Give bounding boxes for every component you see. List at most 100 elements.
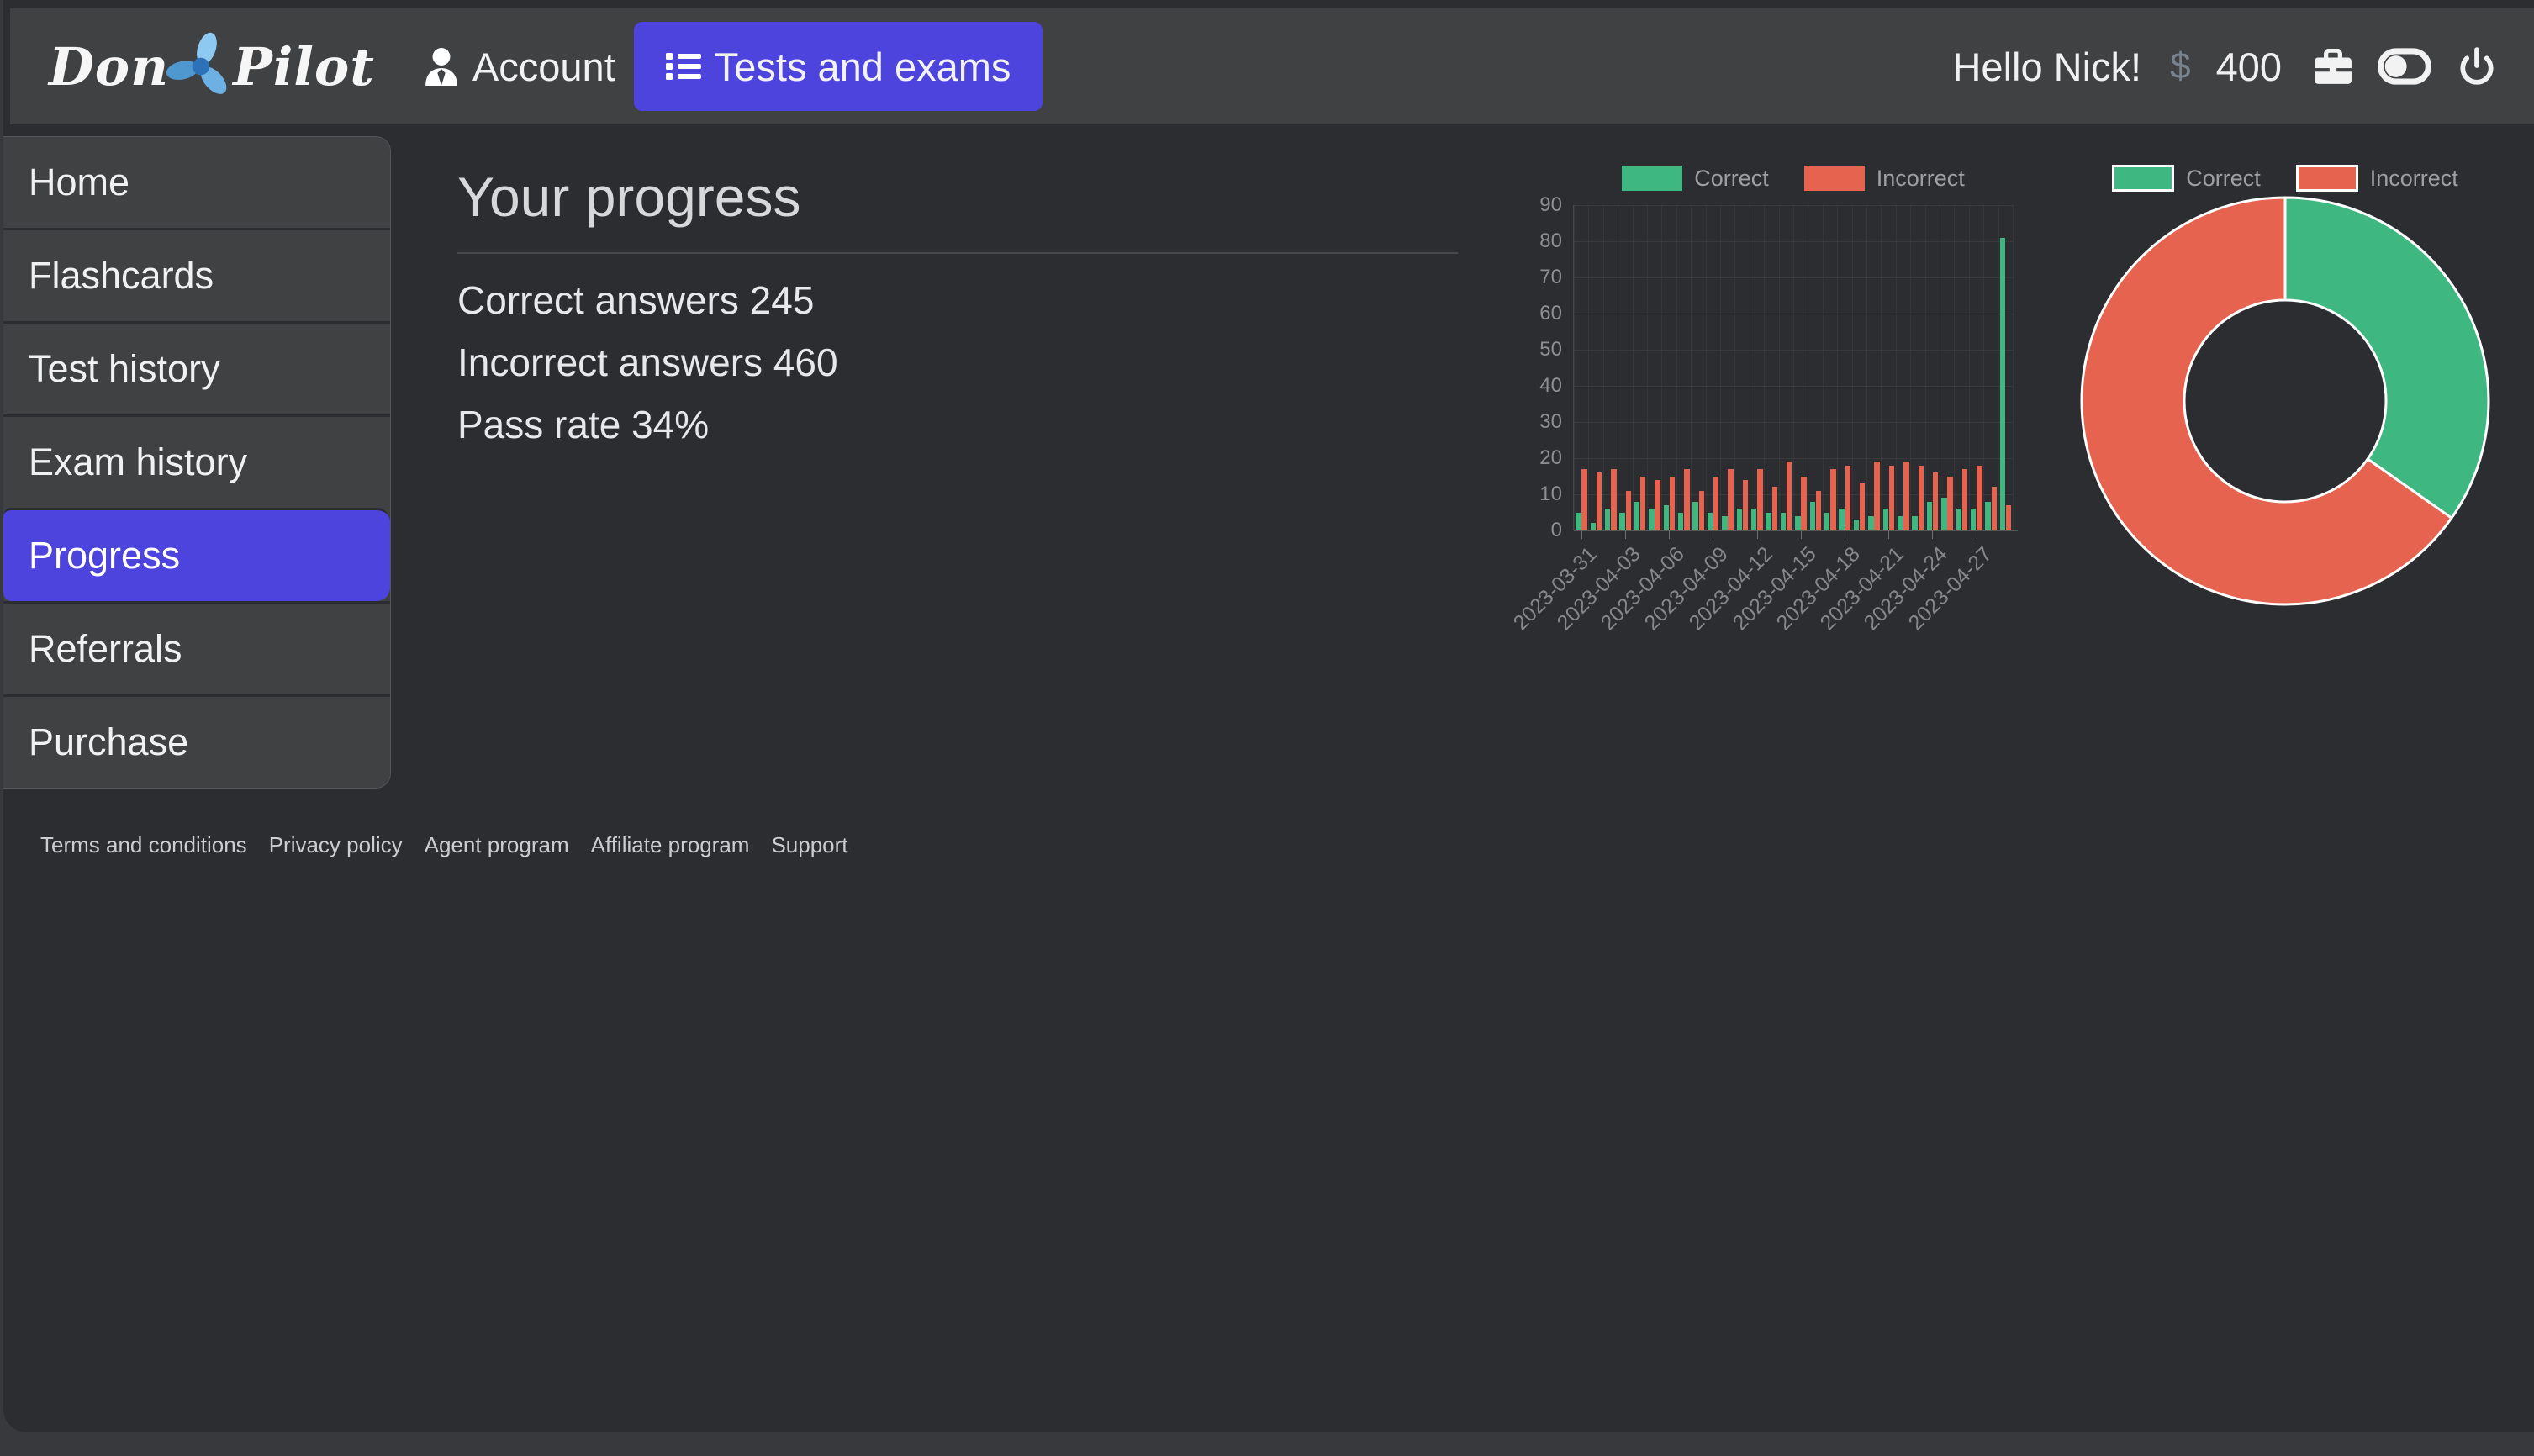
bar-correct <box>1591 523 1596 530</box>
bar-correct <box>1824 513 1829 531</box>
logo-text-pilot: Pilot <box>233 36 375 98</box>
sidebar-item-flashcards[interactable]: Flashcards <box>3 228 390 321</box>
donut-slice-correct <box>2285 198 2489 518</box>
legend-item-correct[interactable]: Correct <box>1622 166 1769 192</box>
bar-incorrect <box>1655 480 1660 530</box>
bar-incorrect <box>1992 487 1997 530</box>
bar-correct <box>1927 502 1932 530</box>
bar-incorrect <box>1670 477 1675 531</box>
logo[interactable]: Don Pilot <box>49 29 375 103</box>
bar-incorrect <box>1611 469 1616 530</box>
bar-incorrect <box>1933 472 1938 530</box>
bar-incorrect <box>1830 469 1835 530</box>
footer-link-affiliate-program[interactable]: Affiliate program <box>591 832 750 858</box>
bar-incorrect <box>1947 477 1952 531</box>
bar-incorrect <box>1919 466 1924 530</box>
bar-incorrect <box>1860 483 1865 530</box>
bar-correct <box>1722 516 1727 530</box>
app-page: Don Pilot Account <box>3 0 2534 1432</box>
page-title: Your progress <box>457 165 800 229</box>
bar-correct <box>1576 513 1581 531</box>
bar-correct <box>1737 509 1742 530</box>
bar-correct <box>1649 509 1654 530</box>
footer-links: Terms and conditions Privacy policy Agent … <box>40 832 848 858</box>
bar-correct <box>1956 509 1961 530</box>
bar-correct <box>1619 513 1624 531</box>
bar-incorrect <box>1713 477 1718 531</box>
tests-and-exams-label: Tests and exams <box>715 44 1011 90</box>
power-icon[interactable] <box>2457 46 2497 87</box>
bar-correct <box>1985 502 1990 530</box>
bar-correct <box>2000 238 2005 530</box>
account-button[interactable]: Account <box>424 44 615 90</box>
sidebar-item-exam-history[interactable]: Exam history <box>3 414 390 508</box>
footer-link-support[interactable]: Support <box>771 832 847 858</box>
briefcase-icon[interactable] <box>2314 49 2352 84</box>
legend-swatch-incorrect <box>1804 166 1865 191</box>
bar-incorrect <box>1757 469 1762 530</box>
topbar-right-group: Hello Nick! $ 400 <box>1952 44 2497 90</box>
propeller-icon <box>164 29 238 103</box>
footer-link-terms-and-conditions[interactable]: Terms and conditions <box>40 832 247 858</box>
bar-incorrect <box>1772 487 1777 530</box>
bar-incorrect <box>1903 462 1908 530</box>
bar-incorrect <box>1581 469 1586 530</box>
bar-correct <box>1941 498 1946 530</box>
bar-incorrect <box>1684 469 1689 530</box>
bar-incorrect <box>1801 477 1806 531</box>
bar-incorrect <box>1962 469 1967 530</box>
bar-incorrect <box>1728 469 1733 530</box>
account-label: Account <box>472 44 615 90</box>
donut-chart <box>2065 181 2505 621</box>
balance-value: 400 <box>2216 44 2282 90</box>
bar-chart-legend: Correct Incorrect <box>1574 163 2013 193</box>
bar-correct <box>1664 505 1669 530</box>
topbar: Don Pilot Account <box>10 8 2534 124</box>
sidebar-item-home[interactable]: Home <box>3 137 390 228</box>
bar-incorrect <box>1816 491 1821 530</box>
bar-incorrect <box>1889 466 1894 530</box>
bar-correct <box>1678 513 1683 531</box>
greeting-text: Hello Nick! <box>1952 44 2141 90</box>
bar-correct <box>1971 509 1976 530</box>
sidebar-item-progress[interactable]: Progress <box>3 508 390 601</box>
sidebar-item-purchase[interactable]: Purchase <box>3 694 390 788</box>
bar-correct <box>1605 509 1610 530</box>
bar-incorrect <box>1597 472 1602 530</box>
stat-pass-rate: Pass rate 34% <box>457 393 838 456</box>
bar-correct <box>1898 516 1903 530</box>
bar-incorrect <box>1699 491 1704 530</box>
legend-label: Incorrect <box>1877 166 1965 192</box>
toggle-icon[interactable] <box>2378 48 2431 85</box>
list-icon <box>666 50 701 82</box>
legend-label: Correct <box>1694 166 1769 192</box>
sidebar-item-test-history[interactable]: Test history <box>3 321 390 414</box>
sidebar-item-referrals[interactable]: Referrals <box>3 601 390 694</box>
bar-incorrect <box>1874 462 1879 530</box>
legend-item-incorrect[interactable]: Incorrect <box>1804 166 1965 192</box>
currency-symbol: $ <box>2170 45 2190 87</box>
bar-correct <box>1708 513 1713 531</box>
bar-incorrect <box>1787 462 1792 530</box>
bar-incorrect <box>1977 466 1982 530</box>
sidebar: HomeFlashcardsTest historyExam historyPr… <box>3 136 391 789</box>
bar-correct <box>1795 516 1800 530</box>
bar-correct <box>1692 502 1697 530</box>
bar-incorrect <box>1640 477 1645 531</box>
bar-chart-plot <box>1574 205 2013 530</box>
bar-correct <box>1854 520 1859 530</box>
bar-correct <box>1868 516 1873 530</box>
bar-chart-x-axis <box>1574 530 2018 531</box>
tests-and-exams-button[interactable]: Tests and exams <box>634 22 1043 111</box>
stat-incorrect-answers: Incorrect answers 460 <box>457 331 838 393</box>
bar-correct <box>1766 513 1771 531</box>
bar-correct <box>1883 509 1888 530</box>
bar-incorrect <box>1743 480 1748 530</box>
stat-correct-answers: Correct answers 245 <box>457 269 838 331</box>
bar-incorrect <box>2006 505 2011 530</box>
bar-correct <box>1839 509 1844 530</box>
footer-link-privacy-policy[interactable]: Privacy policy <box>269 832 403 858</box>
title-divider <box>457 252 1458 254</box>
footer-link-agent-program[interactable]: Agent program <box>425 832 569 858</box>
user-icon <box>424 47 459 86</box>
